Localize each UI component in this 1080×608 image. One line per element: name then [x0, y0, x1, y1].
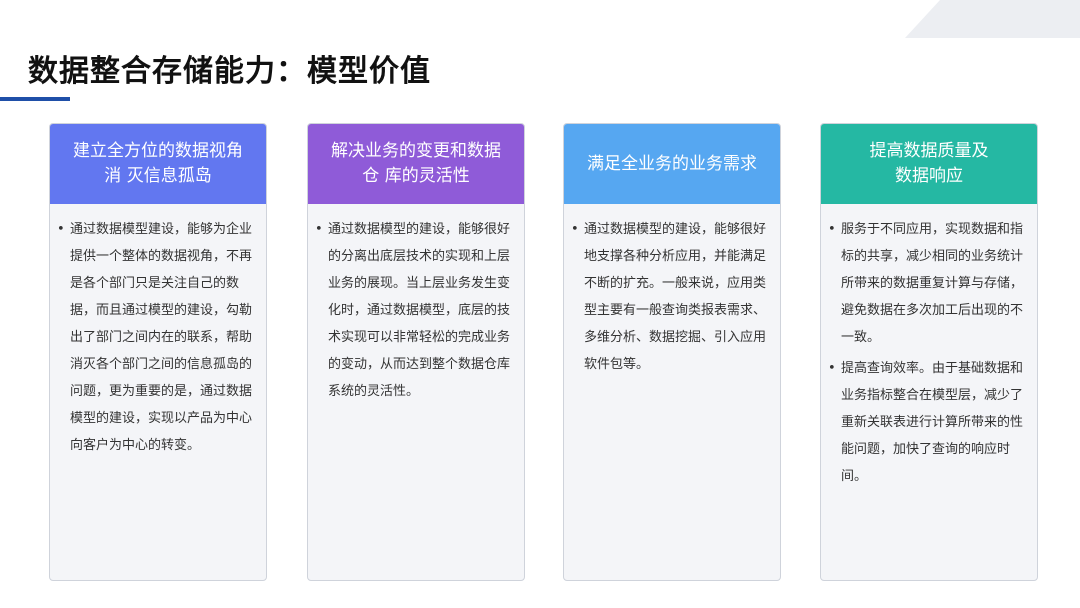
- card-bullet-list: 服务于不同应用，实现数据和指标的共享，减少相同的业务统计所带来的数据重复计算与存…: [821, 204, 1037, 490]
- card-bullet-list: 通过数据模型的建设，能够很好地支撑各种分析应用，并能满足不断的扩充。一般来说，应…: [564, 204, 780, 378]
- card-header-title: 满足全业务的业务需求: [587, 153, 757, 174]
- card-data-perspective: 建立全方位的数据视角 消 灭信息孤岛 通过数据模型建设，能够为企业提供一个整体的…: [49, 123, 267, 581]
- card-header: 提高数据质量及 数据响应: [821, 124, 1037, 204]
- corner-decoration: [905, 0, 1080, 38]
- card-header: 建立全方位的数据视角 消 灭信息孤岛: [50, 124, 266, 204]
- bullet-item: 服务于不同应用，实现数据和指标的共享，减少相同的业务统计所带来的数据重复计算与存…: [828, 216, 1027, 351]
- card-bullet-list: 通过数据模型的建设，能够很好的分离出底层技术的实现和上层业务的展现。当上层业务发…: [308, 204, 524, 405]
- card-header-title: 建立全方位的数据视角 消 灭信息孤岛: [73, 141, 243, 186]
- title-underline: [0, 97, 70, 101]
- bullet-item: 通过数据模型的建设，能够很好的分离出底层技术的实现和上层业务的展现。当上层业务发…: [315, 216, 514, 405]
- bullet-item: 通过数据模型建设，能够为企业提供一个整体的数据视角，不再是各个部门只是关注自己的…: [57, 216, 256, 459]
- card-header-title: 提高数据质量及 数据响应: [869, 141, 989, 186]
- page-title: 数据整合存储能力：模型价值: [28, 54, 431, 89]
- card-header-title: 解决业务的变更和数据 仓 库的灵活性: [331, 141, 501, 186]
- card-data-quality: 提高数据质量及 数据响应 服务于不同应用，实现数据和指标的共享，减少相同的业务统…: [820, 123, 1038, 581]
- card-bullet-list: 通过数据模型建设，能够为企业提供一个整体的数据视角，不再是各个部门只是关注自己的…: [50, 204, 266, 459]
- card-business-flexibility: 解决业务的变更和数据 仓 库的灵活性 通过数据模型的建设，能够很好的分离出底层技…: [307, 123, 525, 581]
- bullet-item: 提高查询效率。由于基础数据和业务指标整合在模型层，减少了重新关联表进行计算所带来…: [828, 355, 1027, 490]
- card-header: 满足全业务的业务需求: [564, 124, 780, 204]
- card-business-needs: 满足全业务的业务需求 通过数据模型的建设，能够很好地支撑各种分析应用，并能满足不…: [563, 123, 781, 581]
- card-header: 解决业务的变更和数据 仓 库的灵活性: [308, 124, 524, 204]
- bullet-item: 通过数据模型的建设，能够很好地支撑各种分析应用，并能满足不断的扩充。一般来说，应…: [571, 216, 770, 378]
